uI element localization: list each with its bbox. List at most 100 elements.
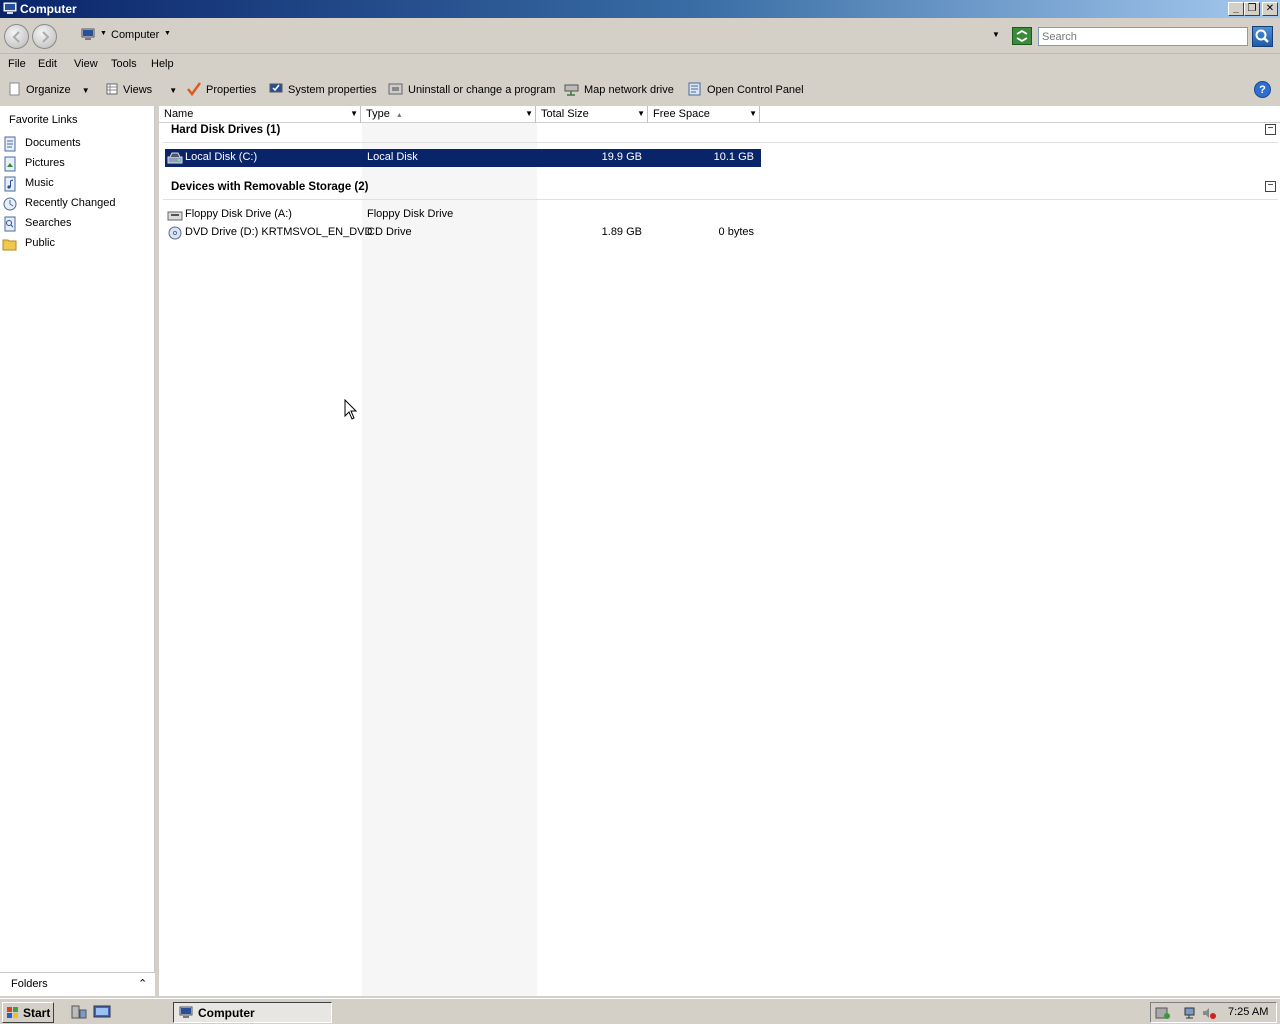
drive-free-space: 10.1 GB	[713, 151, 754, 163]
menu-file[interactable]: File	[8, 58, 26, 70]
start-label: Start	[23, 1006, 51, 1020]
views-button[interactable]: Views ▼	[105, 82, 177, 96]
nav-item-label: Searches	[25, 217, 72, 229]
nav-item-recently-changed[interactable]: Recently Changed	[0, 194, 155, 214]
nav-item-music[interactable]: Music	[0, 174, 155, 194]
search-input[interactable]	[1039, 28, 1247, 45]
back-button[interactable]	[4, 24, 29, 49]
uninstall-label: Uninstall or change a program	[408, 84, 556, 96]
collapse-group-icon[interactable]: −	[1265, 181, 1276, 192]
column-header-name[interactable]: Name ▼	[159, 106, 361, 123]
chevron-down-icon[interactable]: ▼	[525, 106, 533, 122]
menu-tools[interactable]: Tools	[111, 58, 137, 70]
help-icon[interactable]: ?	[1254, 81, 1271, 98]
open-control-panel-button[interactable]: Open Control Panel	[687, 82, 804, 96]
drive-row-dvd-d[interactable]: DVD Drive (D:) KRTMSVOL_EN_DVD CD Drive …	[165, 224, 761, 242]
search-icon	[1255, 29, 1269, 43]
pictures-icon	[4, 156, 16, 172]
organize-icon	[9, 82, 20, 96]
show-desktop-icon[interactable]	[93, 1004, 111, 1020]
volume-muted-icon[interactable]	[1201, 1006, 1217, 1020]
forward-button[interactable]	[32, 24, 57, 49]
chevron-down-icon[interactable]: ▼	[164, 30, 171, 37]
control-panel-label: Open Control Panel	[707, 84, 804, 96]
map-network-drive-button[interactable]: Map network drive	[564, 82, 674, 96]
group-header-removable-storage[interactable]: Devices with Removable Storage (2)	[171, 181, 368, 193]
drive-free-space: 0 bytes	[718, 226, 754, 238]
minimize-button[interactable]: _	[1228, 2, 1244, 16]
group-divider	[163, 199, 1278, 200]
chevron-down-icon[interactable]: ▼	[749, 106, 757, 122]
address-bar: ▼ Computer ▼ ▼	[0, 18, 1280, 54]
system-tray: 7:25 AM	[1150, 1002, 1277, 1023]
server-manager-icon[interactable]	[70, 1004, 88, 1020]
restore-button[interactable]: ❐	[1244, 2, 1260, 16]
recent-icon	[3, 197, 17, 211]
file-list: Name ▼ Type ▲ ▼ Total Size ▼ Free Space ▼ Har…	[159, 106, 1280, 996]
floppy-drive-icon	[167, 211, 183, 221]
favorite-links-header: Favorite Links	[9, 114, 78, 126]
title-bar[interactable]: Computer _ ❐ ✕	[0, 0, 1280, 18]
windows-logo-icon	[7, 1007, 18, 1018]
menu-bar: File Edit View Tools Help	[0, 56, 1280, 74]
column-header-total-size[interactable]: Total Size ▼	[536, 106, 648, 123]
properties-label: Properties	[206, 84, 257, 96]
folders-label: Folders	[11, 978, 48, 990]
control-panel-icon	[688, 82, 701, 96]
address-field[interactable]: ▼ Computer ▼ ▼	[76, 25, 1006, 47]
network-icon[interactable]	[1183, 1006, 1199, 1020]
views-label: Views	[123, 84, 153, 96]
address-dropdown-icon[interactable]: ▼	[992, 30, 1000, 39]
clock: 7:25 AM	[1228, 1006, 1269, 1018]
column-total-size-label: Total Size	[541, 108, 589, 120]
nav-item-pictures[interactable]: Pictures	[0, 154, 155, 174]
nav-item-label: Public	[25, 237, 55, 249]
navigation-pane: Favorite Links Documents Pictures Music …	[0, 106, 155, 996]
column-header-type[interactable]: Type ▲ ▼	[361, 106, 536, 123]
refresh-button[interactable]	[1012, 27, 1032, 45]
nav-item-documents[interactable]: Documents	[0, 134, 155, 154]
map-drive-label: Map network drive	[584, 84, 674, 96]
computer-icon	[179, 1006, 193, 1018]
drive-total-size: 1.89 GB	[601, 226, 642, 238]
column-header: Name ▼ Type ▲ ▼ Total Size ▼ Free Space ▼	[159, 106, 1280, 123]
properties-button[interactable]: Properties	[186, 82, 256, 96]
drive-row-floppy-a[interactable]: Floppy Disk Drive (A:) Floppy Disk Drive	[165, 206, 761, 224]
network-drive-icon	[564, 84, 579, 96]
nav-item-public[interactable]: Public	[0, 234, 155, 254]
column-type-label: Type	[366, 108, 390, 120]
chevron-down-icon[interactable]: ▼	[100, 30, 107, 37]
group-header-hard-disk-drives[interactable]: Hard Disk Drives (1)	[171, 124, 280, 136]
menu-view[interactable]: View	[74, 58, 98, 70]
folder-icon	[2, 239, 17, 251]
start-button[interactable]: Start	[2, 1002, 54, 1023]
menu-help[interactable]: Help	[151, 58, 174, 70]
nav-item-searches[interactable]: Searches	[0, 214, 155, 234]
collapse-group-icon[interactable]: −	[1265, 124, 1276, 135]
drive-type: Floppy Disk Drive	[367, 208, 454, 220]
system-properties-button[interactable]: System properties	[268, 82, 377, 96]
menu-edit[interactable]: Edit	[38, 58, 57, 70]
search-box[interactable]	[1038, 27, 1248, 46]
breadcrumb[interactable]: Computer	[111, 29, 159, 41]
window-title: Computer	[20, 2, 77, 16]
security-shield-icon[interactable]	[1155, 1006, 1171, 1020]
uninstall-program-button[interactable]: Uninstall or change a program	[388, 82, 555, 96]
search-button[interactable]	[1252, 26, 1273, 47]
organize-button[interactable]: Organize ▼	[8, 82, 90, 96]
taskbar-button-computer[interactable]: Computer	[173, 1002, 332, 1023]
chevron-up-icon[interactable]: ⌃	[138, 977, 147, 990]
searches-icon	[4, 216, 16, 232]
organize-label: Organize	[26, 84, 71, 96]
folders-bar[interactable]: Folders ⌃	[0, 972, 155, 996]
chevron-down-icon[interactable]: ▼	[350, 106, 358, 122]
nav-item-label: Recently Changed	[25, 197, 116, 209]
group-divider	[163, 142, 1278, 143]
dvd-drive-icon	[168, 226, 182, 240]
column-header-free-space[interactable]: Free Space ▼	[648, 106, 760, 123]
refresh-icon	[1016, 29, 1028, 43]
drive-row-local-disk-c[interactable]: Local Disk (C:) Local Disk 19.9 GB 10.1 …	[165, 149, 761, 167]
drive-total-size: 19.9 GB	[601, 151, 642, 163]
chevron-down-icon[interactable]: ▼	[637, 106, 645, 122]
close-button[interactable]: ✕	[1262, 2, 1278, 16]
